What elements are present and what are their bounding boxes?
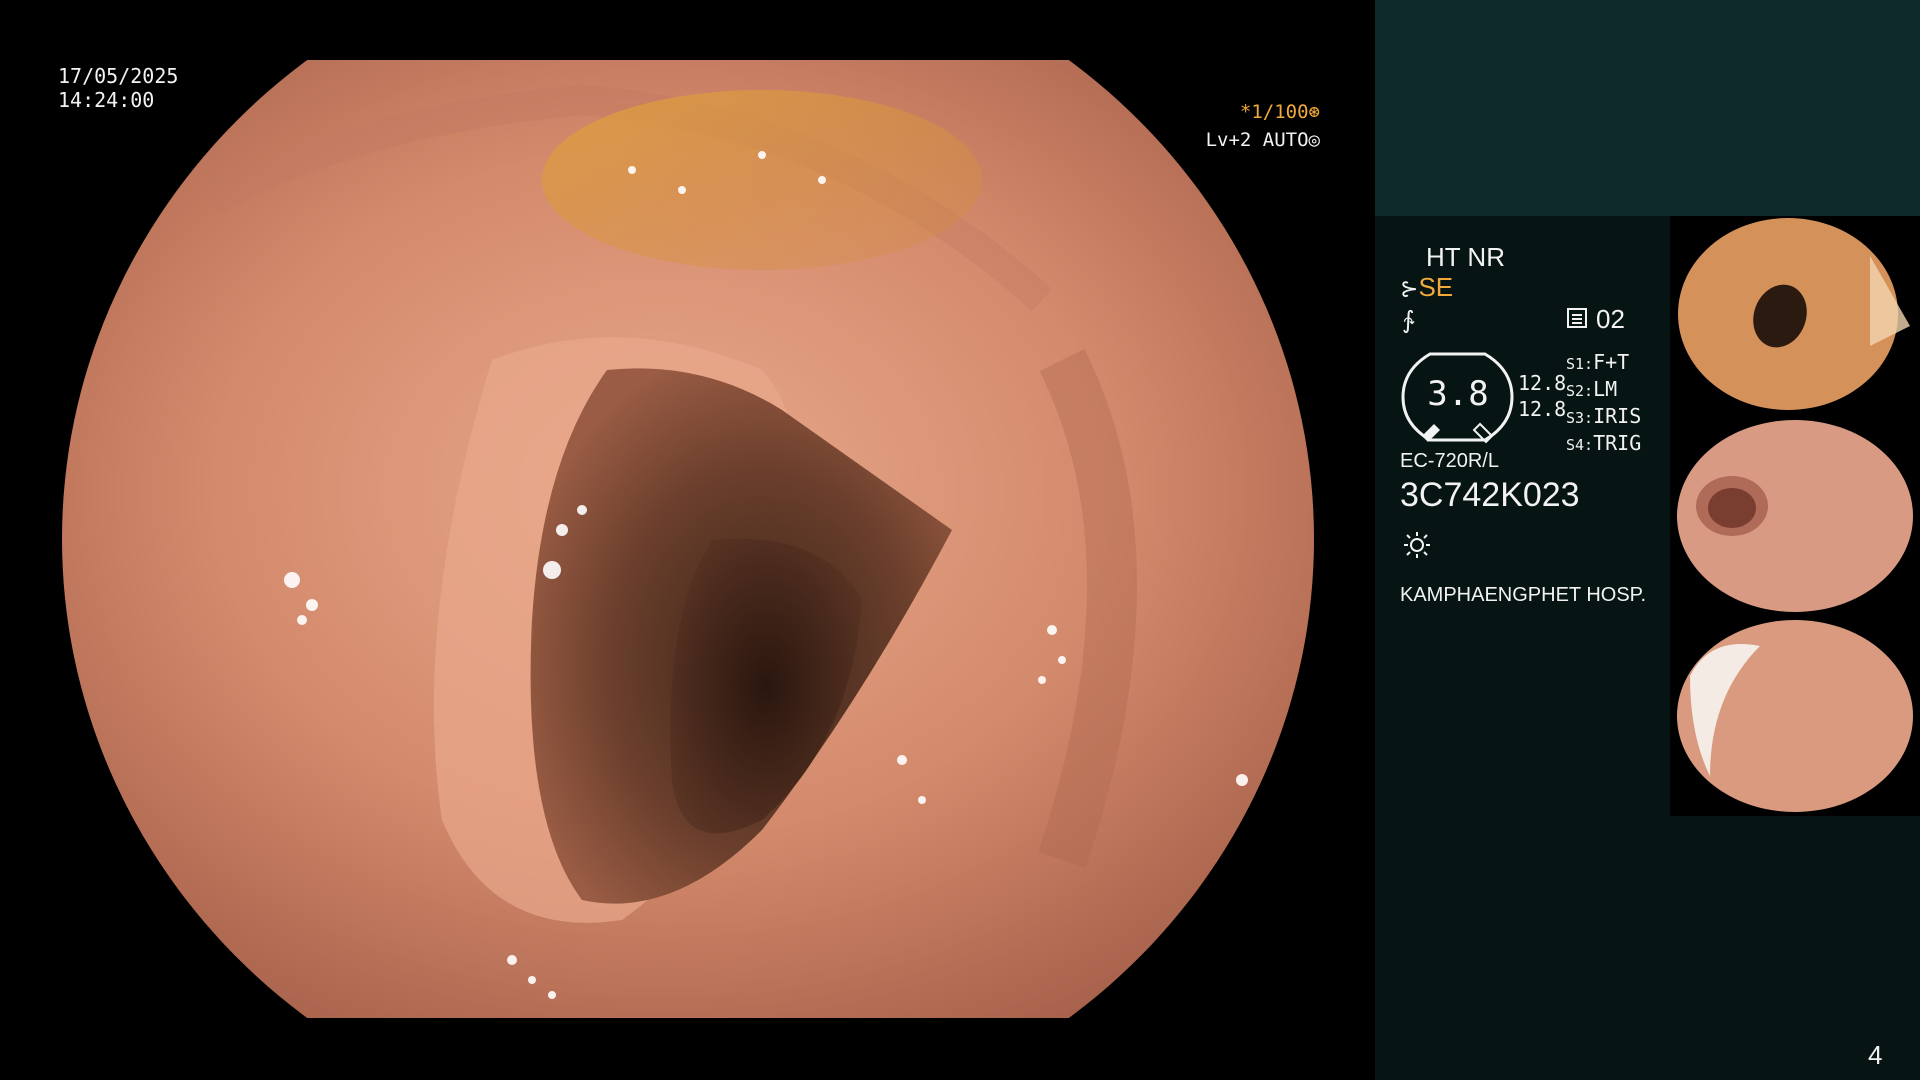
ht-nr-label: HT NR bbox=[1426, 242, 1505, 272]
level-text: Lv+2 AUTO bbox=[1205, 129, 1309, 151]
gauge-value: 3.8 bbox=[1427, 374, 1489, 414]
exposure-info: *1/100⊛ Lv+2 AUTO◎ bbox=[1190, 98, 1320, 154]
thumbnail-image bbox=[1670, 216, 1920, 416]
range-value-1: 12.8 bbox=[1518, 371, 1567, 395]
switch-row: S2:LM bbox=[1566, 377, 1618, 401]
memory-number: 02 bbox=[1596, 304, 1625, 334]
aperture-icon: ⊛ bbox=[1308, 101, 1320, 123]
endoscope-view bbox=[62, 60, 1314, 1018]
timestamp: 17/05/2025 14:24:00 bbox=[58, 64, 178, 112]
switch-assignments: S1:F+T S2:LM S3:IRIS S4:TRIG bbox=[1566, 350, 1641, 458]
thumbnail-image bbox=[1670, 616, 1920, 816]
light-icon bbox=[1404, 532, 1430, 558]
zoom-text: *1/100 bbox=[1239, 101, 1309, 123]
switch-row: S3:IRIS bbox=[1566, 404, 1642, 428]
panel-header-area bbox=[1375, 0, 1920, 216]
switch-row: S1:F+T bbox=[1566, 350, 1630, 374]
page-number: 4 bbox=[1868, 1040, 1883, 1070]
zoom-row: *1/100⊛ bbox=[1190, 98, 1320, 126]
thumbnail-image bbox=[1670, 416, 1920, 616]
se-label: SE bbox=[1418, 272, 1454, 302]
captured-thumbnail[interactable] bbox=[1670, 216, 1920, 416]
wave-icon: ∱ bbox=[1402, 306, 1415, 334]
range-value-2: 12.8 bbox=[1518, 397, 1567, 421]
scope-serial: 3C742K023 bbox=[1400, 476, 1580, 514]
memory-card-icon bbox=[1567, 308, 1587, 328]
range-values: 12.8 12.8 bbox=[1518, 370, 1566, 422]
hospital-name: KAMPHAENGPHET HOSP. bbox=[1400, 584, 1646, 606]
endoscope-image bbox=[62, 60, 1314, 1018]
scope-tip-icon: ⊱ bbox=[1400, 276, 1419, 301]
se-row: ⊱SE bbox=[1400, 272, 1453, 303]
switch-row: S4:TRIG bbox=[1566, 431, 1642, 455]
iris-icon: ◎ bbox=[1308, 129, 1320, 151]
scope-model: EC-720R/L bbox=[1400, 450, 1499, 472]
level-row: Lv+2 AUTO◎ bbox=[1190, 126, 1320, 154]
time-text: 14:24:00 bbox=[58, 88, 155, 112]
captured-thumbnail[interactable] bbox=[1670, 616, 1920, 816]
date-text: 17/05/2025 bbox=[58, 64, 179, 88]
captured-thumbnail[interactable] bbox=[1670, 416, 1920, 616]
